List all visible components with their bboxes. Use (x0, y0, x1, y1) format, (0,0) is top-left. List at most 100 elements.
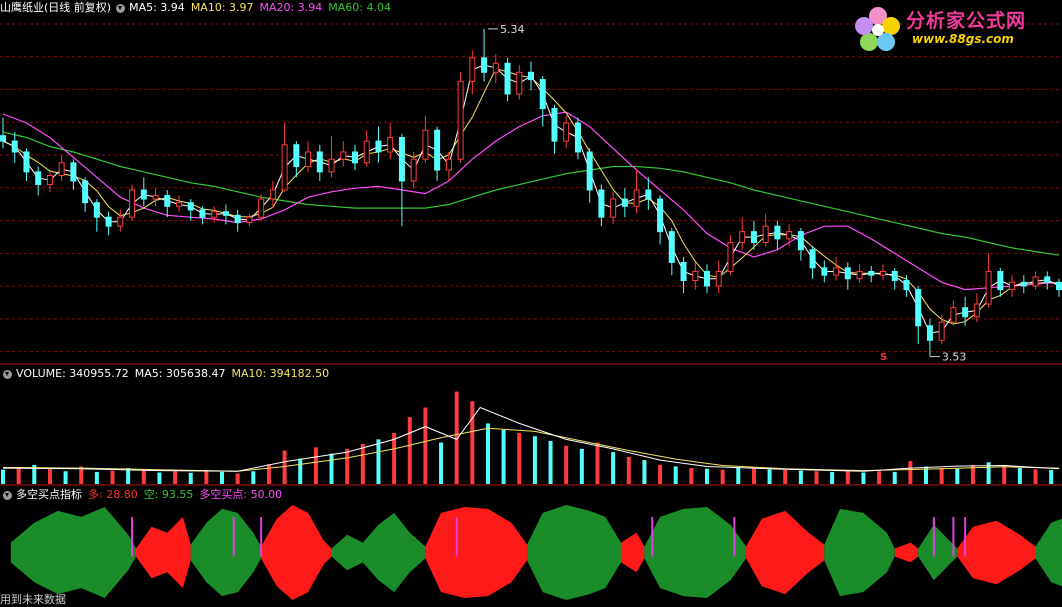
main-ma10-label: MA10: 3.97 (190, 1, 254, 14)
candle-body (938, 321, 945, 341)
ma20-line (2, 64, 1060, 334)
bull-area (425, 507, 528, 598)
volume-bar (783, 469, 788, 484)
candle-body (152, 194, 159, 200)
candle-body (281, 144, 288, 191)
candle-body (352, 151, 358, 164)
volume-bar (329, 453, 334, 484)
volume-bar (845, 470, 850, 484)
candle-body (633, 189, 640, 207)
volume-bar (877, 471, 882, 484)
candle-body (880, 270, 886, 276)
volume-bar (720, 469, 725, 484)
volume-bar (814, 471, 819, 484)
candle-body (293, 144, 300, 167)
candle-body (598, 189, 605, 218)
candle-body (445, 158, 452, 171)
stock-title[interactable]: 山鹰纸业(日线 前复权) (0, 0, 111, 16)
candle-body (340, 151, 347, 160)
candle-body (962, 307, 969, 318)
indicator-bear-label: 空: 93.55 (143, 488, 194, 501)
indicator-toggle-icon[interactable] (3, 490, 12, 500)
candle-body (375, 140, 382, 153)
volume-bar (298, 458, 303, 484)
candle-body (668, 231, 675, 263)
stock-chart-svg[interactable]: 5.34 3.53 S (0, 0, 1062, 607)
volume-bar (1002, 466, 1007, 484)
candle-body (23, 151, 30, 173)
volume-bar (1017, 468, 1022, 484)
candle-body (492, 62, 499, 73)
bull-area (261, 505, 332, 600)
volume-bar (204, 469, 209, 484)
volume-bar (188, 472, 193, 484)
volume-bar (830, 471, 835, 484)
volume-bar (173, 471, 178, 484)
volume-toggle-icon[interactable] (3, 369, 12, 379)
main-legend: 山鹰纸业(日线 前复权) MA5: 3.94 MA10: 3.97 MA20: … (0, 0, 397, 16)
bear-area (331, 512, 426, 593)
price-annotation-label: 5.34 (500, 23, 525, 36)
volume-bar (939, 468, 944, 484)
volume-bar (611, 452, 616, 484)
volume-bar (157, 472, 162, 484)
candle-body (704, 270, 710, 287)
bull-area (957, 520, 1036, 585)
candle-body (434, 129, 441, 171)
candle-body (750, 231, 757, 244)
flower-logo-icon (855, 7, 900, 51)
candle-body (316, 151, 323, 173)
main-ma5-label: MA5: 3.94 (129, 1, 185, 14)
volume-bar (110, 470, 115, 484)
stock-chart-stage[interactable]: 5.34 3.53 S 山鹰纸业(日线 前复权) MA5: 3.94 MA10: 3… (0, 0, 1062, 607)
volume-legend: VOLUME: 340955.72 MA5: 305638.47 MA10: 3… (0, 366, 335, 382)
candle-body (915, 289, 922, 327)
candle-body (117, 216, 124, 227)
volume-bar (626, 456, 631, 484)
candle-body (786, 231, 793, 240)
candle-body (1009, 281, 1016, 291)
candle-body (833, 267, 840, 276)
volume-bar (439, 442, 444, 484)
candle-body (328, 158, 335, 173)
volume-bar (798, 470, 803, 484)
volume-bar (908, 461, 913, 484)
volume-bar (251, 471, 256, 484)
site-logo: 分析家公式网 www.88gs.com (854, 6, 1054, 52)
candle-body (844, 267, 851, 280)
sell-marker: S (880, 352, 887, 363)
candle-body (140, 189, 147, 200)
candle-body (516, 71, 523, 95)
indicator-areas[interactable] (10, 505, 1062, 600)
volume-bar (1049, 469, 1054, 484)
candle-body (903, 280, 910, 291)
volume-ma5-label: MA5: 305638.47 (134, 367, 226, 380)
candle-body (176, 202, 182, 207)
candle-body (551, 108, 558, 142)
candle-body (481, 57, 488, 73)
candle-body (797, 231, 804, 251)
candle-body (387, 136, 394, 153)
volume-bar (141, 469, 146, 484)
volume-bar (892, 471, 897, 484)
volume-bar (485, 423, 490, 484)
price-annotations: 5.34 3.53 S (487, 23, 966, 364)
volume-bar (423, 407, 428, 484)
main-toggle-icon[interactable] (116, 3, 126, 13)
candle-body (950, 307, 957, 323)
volume-bar (392, 433, 397, 484)
volume-ma10-series (2, 427, 1060, 472)
indicator-signal-label: 多空买点: 50.00 (199, 488, 283, 501)
candle-body (129, 189, 136, 218)
candlesticks[interactable] (0, 28, 1062, 357)
candle-body (973, 303, 980, 318)
candle-body (105, 216, 112, 227)
volume-bar (16, 467, 21, 484)
candle-body (997, 270, 1004, 291)
candle-body (539, 79, 546, 110)
volume-bar (470, 401, 475, 484)
volume-bar (1033, 469, 1038, 484)
candle-body (164, 194, 171, 207)
candle-body (422, 129, 429, 160)
indicator-legend: 多空买点指标 多: 28.80 空: 93.55 多空买点: 50.00 (0, 487, 288, 503)
